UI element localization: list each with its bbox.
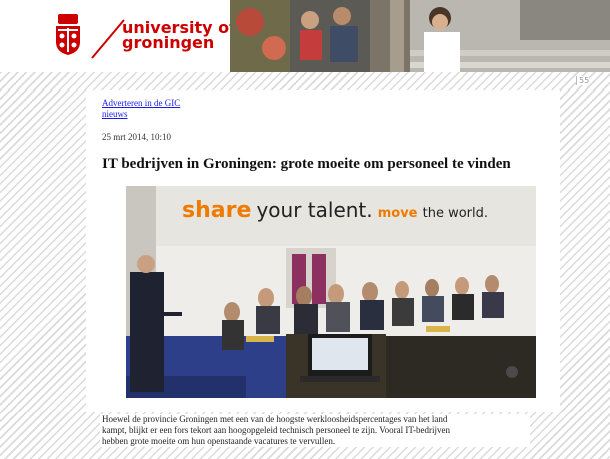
logo-line-2: groningen: [122, 33, 215, 52]
event-poster-slogan: share your talent. move the world.: [182, 198, 502, 232]
article-photo: share your talent. move the world.: [126, 186, 536, 398]
article-body-line-1: Hoewel de provincie Groningen met een va…: [102, 414, 448, 424]
article-body-line-3: hebben grote moeite om hun openstaande v…: [102, 436, 336, 446]
breadcrumb: Adverteren in de GIC nieuws: [102, 98, 180, 120]
slide-background-right: [560, 90, 610, 412]
slide-page-number: 55: [576, 76, 590, 85]
article-panel: Adverteren in de GIC nieuws 25 mrt 2014,…: [86, 90, 560, 412]
slide-background-left: [0, 90, 86, 412]
breadcrumb-link-news[interactable]: nieuws: [102, 109, 180, 120]
slide-background: [0, 72, 610, 90]
article-title: IT bedrijven in Groningen: grote moeite …: [102, 156, 511, 172]
poster-word-world: the world.: [422, 206, 489, 221]
university-logo-text[interactable]: university of groningen: [122, 20, 236, 52]
banner-photo: [230, 0, 610, 72]
article-body-line-2: kampt, blijkt er een fors tekort aan hoo…: [102, 425, 450, 435]
poster-word-move: move: [377, 206, 418, 221]
poster-word-talent: your talent.: [256, 198, 373, 222]
breadcrumb-link-advertise[interactable]: Adverteren in de GIC: [102, 98, 180, 109]
university-banner: university of groningen: [0, 0, 610, 72]
article-body: Hoewel de provincie Groningen met een va…: [100, 414, 530, 447]
university-crest-icon: [56, 14, 80, 55]
poster-word-share: share: [182, 198, 252, 223]
article-date: 25 mrt 2014, 10:10: [102, 132, 171, 142]
